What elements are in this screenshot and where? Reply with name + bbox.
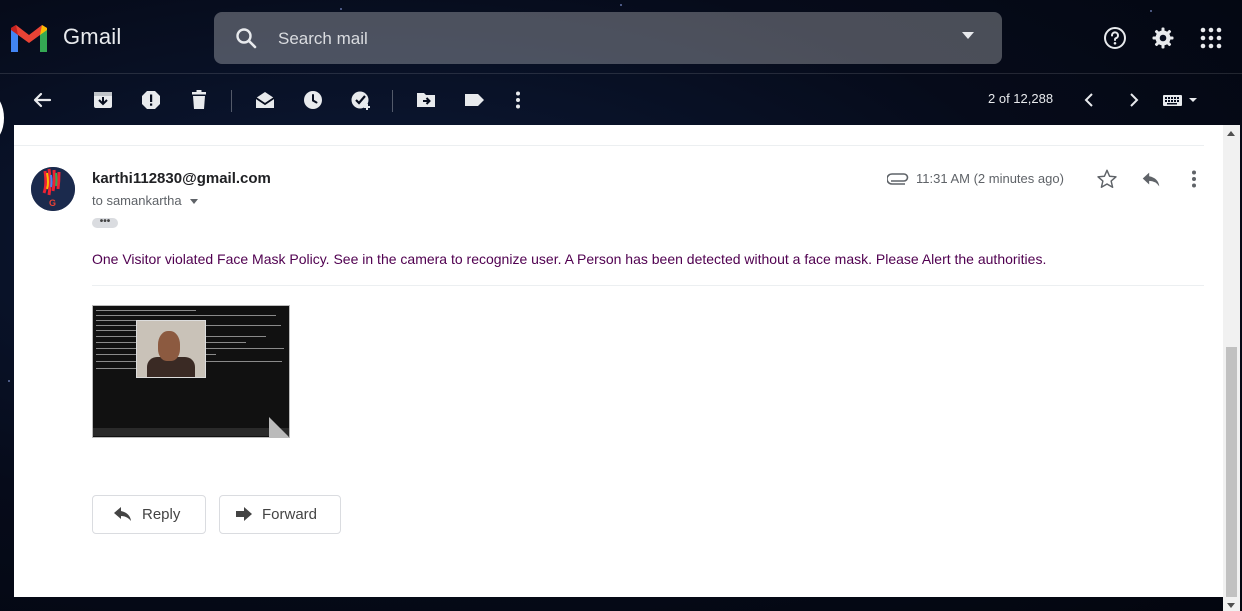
search-bar[interactable] [214, 12, 1002, 64]
scroll-down-arrow-icon[interactable] [1227, 603, 1235, 608]
snooze-clock-icon[interactable] [302, 89, 324, 111]
show-trimmed-content-button[interactable]: ••• [92, 217, 118, 228]
app-name[interactable]: Gmail [63, 24, 121, 50]
more-options-vertical-icon[interactable] [1184, 168, 1204, 190]
reply-button-label: Reply [142, 506, 181, 523]
move-to-folder-icon[interactable] [415, 89, 437, 111]
message-timestamp[interactable]: 11:31 AM (2 minutes ago) [916, 171, 1064, 186]
add-to-tasks-icon[interactable] [350, 89, 372, 111]
message-page-count: 2 of 12,288 [988, 91, 1054, 106]
older-chevron-right-icon[interactable] [1122, 89, 1144, 111]
message-toolbar: 2 of 12,288 [0, 73, 1242, 126]
image-attachment-thumbnail[interactable] [92, 305, 290, 438]
search-icon[interactable] [234, 26, 258, 50]
delete-trash-icon[interactable] [188, 89, 210, 111]
scrollbar-thumb[interactable] [1226, 347, 1237, 597]
message-panel: G karthi112830@gmail.com to samankartha … [14, 125, 1223, 597]
taskbar-strip [93, 428, 289, 436]
page-fold-corner [269, 417, 289, 437]
attachment-paperclip-icon [887, 173, 909, 185]
reply-arrow-icon[interactable] [1140, 168, 1162, 190]
back-arrow-icon[interactable] [31, 89, 53, 111]
show-details-caret-icon[interactable] [189, 199, 198, 205]
terminal-text-line [96, 330, 136, 331]
svg-text:G: G [49, 198, 56, 208]
forward-button[interactable]: Forward [219, 495, 341, 534]
forward-button-label: Forward [262, 506, 318, 523]
avatar-image-icon: G [31, 167, 75, 211]
divider [92, 285, 1204, 286]
recipient-text: to samankartha [92, 193, 182, 208]
help-icon[interactable] [1103, 26, 1127, 50]
more-options-vertical-icon[interactable] [507, 89, 529, 111]
scroll-up-arrow-icon[interactable] [1227, 131, 1235, 136]
search-options-dropdown-icon[interactable] [962, 32, 974, 39]
app-header: Gmail [0, 0, 1242, 72]
reply-button[interactable]: Reply [92, 495, 206, 534]
search-input[interactable] [276, 22, 940, 56]
message-body: One Visitor violated Face Mask Policy. S… [92, 251, 1047, 267]
report-spam-icon[interactable] [140, 89, 162, 111]
sender-avatar[interactable]: G [31, 167, 75, 211]
sender-email[interactable]: karthi112830@gmail.com [92, 170, 271, 187]
camera-preview-window [136, 320, 206, 378]
terminal-text-line [96, 310, 196, 311]
label-icon[interactable] [463, 89, 485, 111]
newer-chevron-left-icon[interactable] [1079, 89, 1101, 111]
settings-gear-icon[interactable] [1151, 26, 1175, 50]
terminal-text-line [96, 315, 276, 316]
person-face [158, 331, 180, 361]
reply-arrow-icon [114, 507, 131, 521]
archive-icon[interactable] [92, 89, 114, 111]
recipient-line[interactable]: to samankartha [92, 193, 198, 208]
apps-grid-icon[interactable] [1199, 26, 1223, 50]
star-icon[interactable] [1096, 168, 1118, 190]
toolbar-divider [231, 90, 232, 112]
gmail-logo-icon[interactable] [8, 22, 50, 54]
toolbar-divider [392, 90, 393, 112]
background-star [8, 380, 10, 382]
forward-arrow-icon [236, 507, 252, 521]
divider [14, 145, 1204, 146]
mark-as-unread-icon[interactable] [254, 89, 276, 111]
vertical-scrollbar[interactable] [1223, 125, 1240, 611]
input-tools-keyboard-icon[interactable] [1162, 92, 1198, 108]
